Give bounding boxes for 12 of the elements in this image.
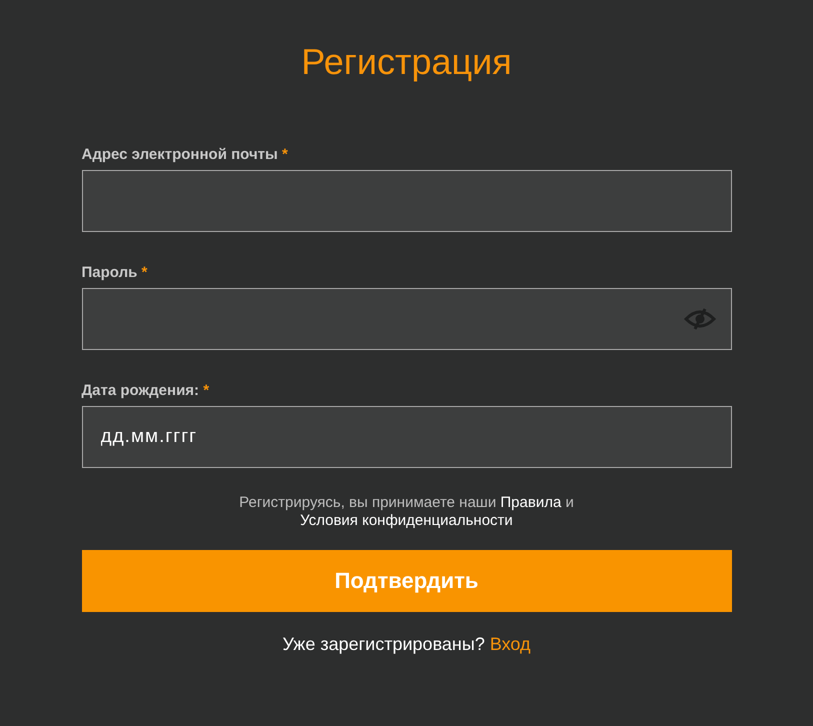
privacy-link[interactable]: Условия конфиденциальности — [300, 512, 513, 529]
page-title: Регистрация — [301, 40, 512, 84]
login-prompt: Уже зарегистрированы? Вход — [282, 634, 531, 655]
rules-link[interactable]: Правила — [500, 494, 562, 511]
input-field[interactable]: дд.мм.гггг — [82, 406, 732, 468]
input-field[interactable] — [82, 170, 732, 232]
login-link[interactable]: Вход — [490, 634, 531, 654]
field-label: Пароль * — [82, 264, 148, 282]
input-field[interactable] — [82, 288, 732, 350]
terms-text: Регистрируясь, вы принимаете наши Правила и Условия конфиденциальности — [238, 494, 575, 530]
field-label: Дата рождения: * — [82, 382, 210, 400]
field-label: Адрес электронной почты * — [82, 146, 288, 164]
